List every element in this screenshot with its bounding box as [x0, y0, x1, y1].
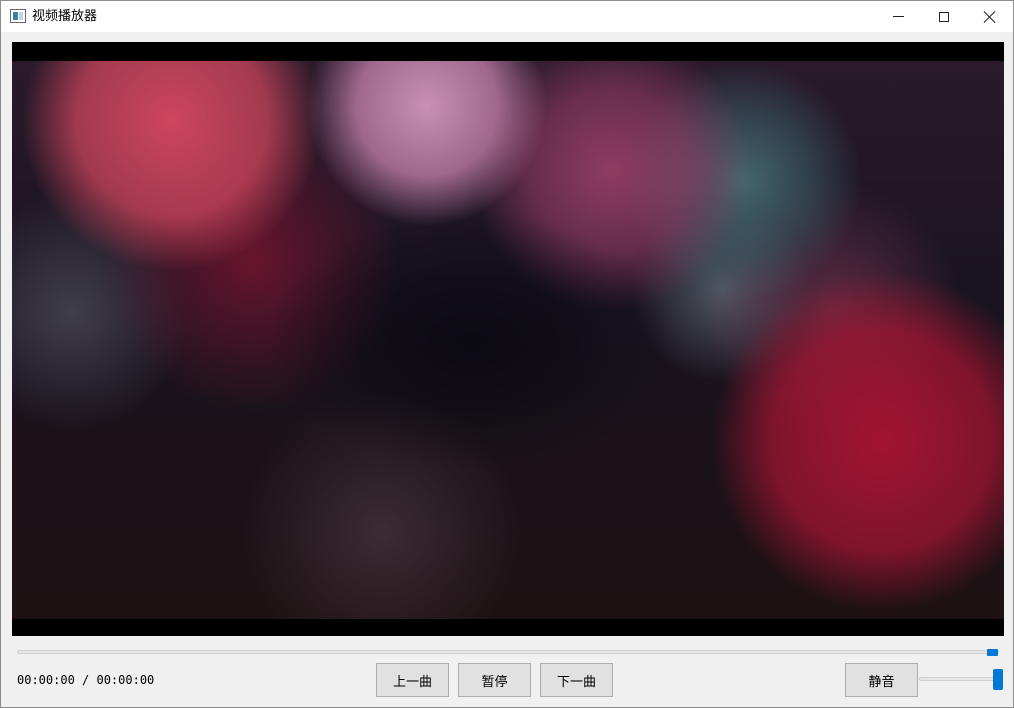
- main-window: 视频播放器 00:00:00 / 00:00:00 上一曲 暂停 下一曲 静音: [0, 0, 1014, 708]
- close-button[interactable]: [967, 1, 1013, 32]
- next-button[interactable]: 下一曲: [540, 663, 613, 697]
- video-frame-shadow: [262, 211, 682, 471]
- video-display[interactable]: [12, 42, 1004, 636]
- close-icon: [984, 11, 996, 23]
- window-title: 视频播放器: [32, 9, 98, 24]
- previous-button[interactable]: 上一曲: [376, 663, 449, 697]
- maximize-icon: [939, 11, 949, 22]
- pause-button[interactable]: 暂停: [458, 663, 531, 697]
- minimize-icon: [892, 16, 904, 17]
- time-display: 00:00:00 / 00:00:00: [17, 673, 155, 687]
- progress-slider-track[interactable]: [17, 650, 999, 654]
- maximize-button[interactable]: [921, 1, 967, 32]
- volume-slider-handle[interactable]: [993, 669, 1003, 690]
- volume-slider-track[interactable]: [919, 677, 1003, 681]
- minimize-button[interactable]: [875, 1, 921, 32]
- progress-slider-handle[interactable]: [987, 649, 998, 656]
- title-bar[interactable]: 视频播放器: [1, 1, 1013, 32]
- video-player-icon: [10, 9, 26, 23]
- video-frame: [12, 61, 1004, 619]
- mute-button[interactable]: 静音: [845, 663, 918, 697]
